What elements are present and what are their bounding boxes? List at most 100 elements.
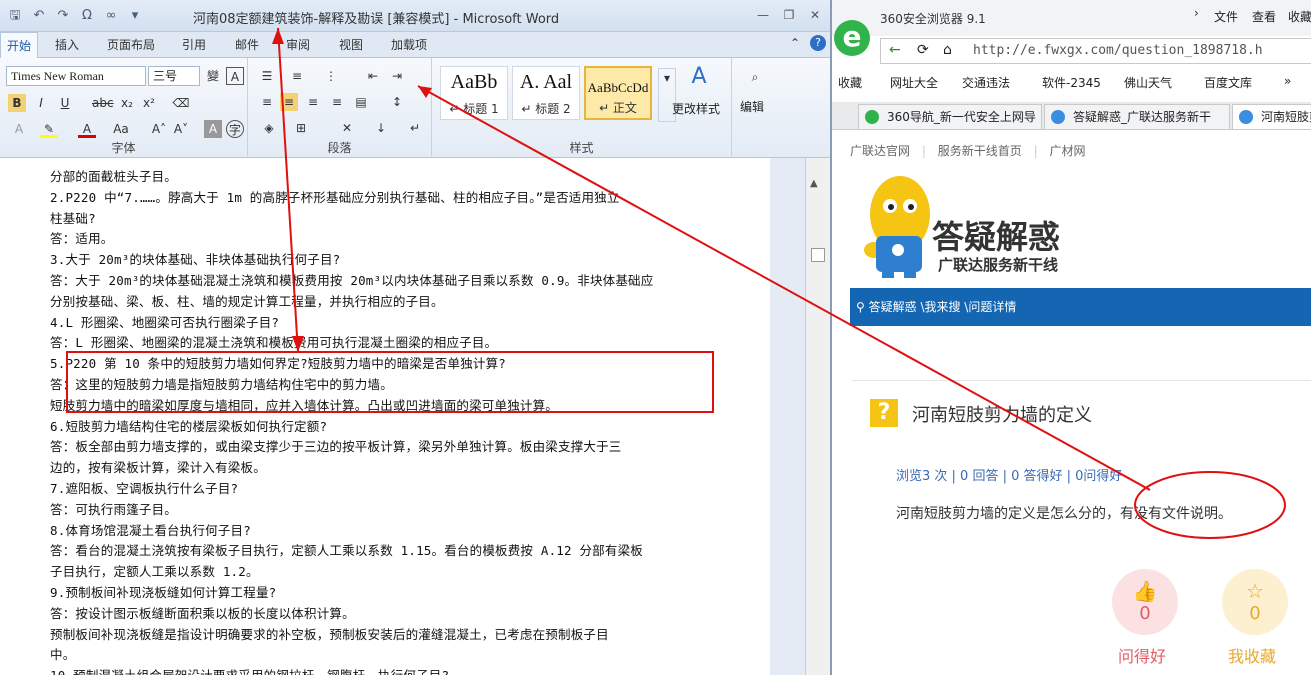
text-effect-icon[interactable]: A — [10, 120, 28, 138]
chinese-layout-icon[interactable]: ✕ — [338, 119, 356, 137]
doc-line: 边的，按有梁板计算，梁计入有梁板。 — [50, 460, 266, 476]
line-spacing-icon[interactable]: ↕ — [388, 93, 406, 111]
fav-software[interactable]: 软件-2345 — [1042, 74, 1101, 91]
favorite-label[interactable]: 我收藏 — [1228, 643, 1276, 667]
style-heading2[interactable]: A. Aal ↵ 标题 2 — [512, 66, 580, 120]
scroll-thumb[interactable] — [811, 248, 825, 262]
superscript-icon[interactable]: x² — [140, 94, 158, 112]
menu-chevron-icon[interactable]: › — [1194, 6, 1199, 20]
nav-glodon[interactable]: 广联达官网 — [850, 144, 910, 158]
grow-font-icon[interactable]: A˄ — [150, 120, 168, 138]
editing-group: ⌕ 编辑 — [732, 58, 780, 158]
bold-icon[interactable]: B — [8, 94, 26, 112]
underline-icon[interactable]: U — [56, 94, 74, 112]
tab-review[interactable]: 审阅 — [286, 36, 310, 53]
distribute-icon[interactable]: ▤ — [352, 93, 370, 111]
undo-icon[interactable]: ↶ — [28, 6, 50, 26]
sort-icon[interactable]: ↓ — [372, 119, 390, 137]
nav-home[interactable]: 服务新干线首页 — [938, 144, 1022, 158]
save-icon[interactable]: 🖫 — [4, 6, 26, 26]
customize-qat-icon[interactable]: ▾ — [124, 6, 146, 26]
menu-view[interactable]: 查看 — [1252, 8, 1276, 25]
change-styles-button[interactable]: 更改样式 — [672, 100, 720, 117]
style-heading1[interactable]: AaBb ↵ 标题 1 — [440, 66, 508, 120]
home-icon[interactable]: ⌂ — [943, 42, 952, 58]
shading-icon[interactable]: ◈ — [260, 119, 278, 137]
favorite-button[interactable]: ☆ 0 — [1222, 569, 1288, 635]
multilevel-list-icon[interactable]: ⋮ — [322, 67, 340, 85]
change-case-icon[interactable]: Aa — [112, 120, 130, 138]
show-marks-icon[interactable]: ↵ — [406, 119, 424, 137]
browser-tab-active[interactable]: 河南短肢剪 — [1232, 104, 1311, 130]
style-heading2-label: ↵ 标题 2 — [521, 102, 571, 116]
doc-line: 答：可执行雨篷子目。 — [50, 501, 178, 517]
enclose-char-icon[interactable]: 字 — [226, 120, 244, 138]
minimize-icon[interactable]: — — [752, 6, 774, 24]
clear-format-icon[interactable]: ⌫ — [172, 94, 190, 112]
document-page[interactable]: 分部的面截桩头子目。 2.P220 中“7.……。脖高大于 1m 的高脖子杯形基… — [0, 158, 770, 675]
tab-page-layout[interactable]: 页面布局 — [107, 36, 155, 53]
italic-icon[interactable]: I — [32, 94, 50, 112]
help-icon[interactable]: ? — [810, 35, 826, 51]
binoculars-icon[interactable]: ⌕ — [746, 68, 764, 86]
tab-view[interactable]: 视图 — [339, 36, 363, 53]
vertical-scrollbar[interactable]: ▲ — [805, 158, 830, 675]
symbol-icon[interactable]: Ω — [76, 6, 98, 26]
fav-traffic[interactable]: 交通违法 — [962, 74, 1010, 91]
align-center-icon[interactable]: ≡ — [280, 93, 298, 111]
nav-material[interactable]: 广材网 — [1049, 144, 1085, 158]
menu-favorites[interactable]: 收藏 — [1288, 8, 1311, 25]
decrease-indent-icon[interactable]: ⇤ — [364, 67, 382, 85]
align-left-icon[interactable]: ≡ — [258, 93, 276, 111]
style-normal[interactable]: AaBbCcDd ↵ 正文 — [584, 66, 652, 120]
good-question-button[interactable]: 👍 0 — [1112, 569, 1178, 635]
doc-line: 答：板全部由剪力墙支撑的，或由梁支撑少于三边的按平板计算，梁另外单独计算。板由梁… — [50, 439, 622, 455]
font-color-icon[interactable]: A — [78, 120, 96, 138]
phonetic-icon[interactable]: 變 — [204, 67, 222, 85]
char-border-icon[interactable]: A — [226, 67, 244, 85]
tab-home[interactable]: 开始 — [0, 32, 39, 59]
align-right-icon[interactable]: ≡ — [304, 93, 322, 111]
redo-icon[interactable]: ↷ — [52, 6, 74, 26]
tab-references[interactable]: 引用 — [182, 36, 206, 53]
fav-collect[interactable]: 收藏 — [838, 74, 862, 91]
close-icon[interactable]: ✕ — [804, 6, 826, 24]
font-name-select[interactable]: Times New Roman — [6, 66, 146, 86]
change-styles-icon[interactable]: A — [690, 66, 708, 88]
restore-icon[interactable]: ❐ — [778, 6, 800, 24]
bullets-icon[interactable]: ☰ — [258, 67, 276, 85]
borders-icon[interactable]: ⊞ — [292, 119, 310, 137]
browser-tab-dayi[interactable]: 答疑解惑_广联达服务新干 — [1044, 104, 1230, 130]
more-favorites-icon[interactable]: » — [1284, 74, 1291, 88]
browser-logo-icon[interactable]: e — [834, 20, 870, 56]
refresh-icon[interactable]: ⟳ — [917, 42, 929, 58]
good-question-label[interactable]: 问得好 — [1118, 643, 1166, 667]
char-shading-icon[interactable]: A — [204, 120, 222, 138]
fav-url-all[interactable]: 网址大全 — [890, 74, 938, 91]
tab-mailings[interactable]: 邮件 — [235, 36, 259, 53]
shrink-font-icon[interactable]: A˅ — [172, 120, 190, 138]
subscript-icon[interactable]: x₂ — [118, 94, 136, 112]
justify-icon[interactable]: ≡ — [328, 93, 346, 111]
breadcrumb[interactable]: 答疑解惑 \我来搜 \问题详情 — [869, 300, 1017, 314]
fav-wenku[interactable]: 百度文库 — [1204, 74, 1252, 91]
scroll-up-icon[interactable]: ▲ — [810, 178, 818, 189]
address-bar[interactable]: ← ⟳ ⌂ http://e.fwxgx.com/question_189871… — [880, 38, 1311, 64]
equation-icon[interactable]: ∞ — [100, 6, 122, 26]
menu-file[interactable]: 文件 — [1214, 8, 1238, 25]
tab-favicon-icon — [1051, 110, 1065, 124]
ribbon-minimize-icon[interactable]: ⌃ — [790, 36, 800, 50]
highlight-icon[interactable]: ✎ — [40, 120, 58, 138]
url-field[interactable]: http://e.fwxgx.com/question_1898718.h — [973, 43, 1263, 58]
edit-button[interactable]: 编辑 — [740, 98, 764, 115]
increase-indent-icon[interactable]: ⇥ — [388, 67, 406, 85]
fav-weather[interactable]: 佛山天气 — [1124, 74, 1172, 91]
strikethrough-icon[interactable]: abc — [92, 94, 114, 112]
style-heading1-label: ↵ 标题 1 — [449, 102, 499, 116]
font-size-select[interactable]: 三号 — [148, 66, 200, 86]
tab-insert[interactable]: 插入 — [55, 36, 79, 53]
numbering-icon[interactable]: ≡ — [288, 67, 306, 85]
browser-tab-360nav[interactable]: 360导航_新一代安全上网导 — [858, 104, 1042, 130]
back-icon[interactable]: ← — [889, 42, 901, 58]
tab-addins[interactable]: 加载项 — [391, 36, 427, 53]
